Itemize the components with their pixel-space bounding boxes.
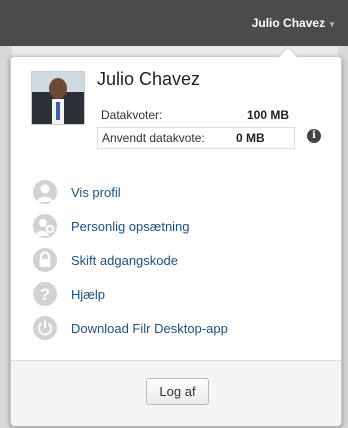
menu-item-change-password[interactable]: Skift adgangskode [33,243,228,277]
used-quota-row: Anvendt datakvote: 0 MB [97,127,295,149]
menu-item-label[interactable]: Vis profil [71,185,121,200]
help-icon: ? [33,282,57,306]
user-settings-icon [33,214,57,238]
popup-footer: Log af [11,360,341,426]
menu-item-view-profile[interactable]: Vis profil [33,175,228,209]
user-menu: Vis profil Personlig opsætning Skift adg… [33,175,228,345]
user-name: Julio Chavez [97,69,201,89]
info-icon[interactable]: i [307,129,321,143]
chevron-down-icon[interactable]: ▼ [328,20,336,29]
quota-value: 100 MB [246,108,289,122]
menu-item-label[interactable]: Personlig opsætning [71,219,190,234]
menu-item-personal-settings[interactable]: Personlig opsætning [33,209,228,243]
power-icon [33,316,57,340]
menu-item-help[interactable]: ? Hjælp [33,277,228,311]
user-menu-trigger[interactable]: Julio Chavez ▼ [252,16,336,30]
menu-item-label[interactable]: Hjælp [71,287,105,302]
used-quota-value: 0 MB [236,131,265,145]
user-dropdown-panel: Julio Chavez Datakvoter: 100 MB Anvendt … [10,48,342,426]
top-bar: Julio Chavez ▼ [0,0,348,46]
menu-item-label[interactable]: Download Filr Desktop-app [71,321,228,336]
menu-item-label[interactable]: Skift adgangskode [71,253,178,268]
quota-row: Datakvoter: 100 MB [97,105,295,125]
logout-button[interactable]: Log af [146,378,209,405]
header-user-name[interactable]: Julio Chavez [252,16,325,30]
menu-item-download-desktop-app[interactable]: Download Filr Desktop-app [33,311,228,345]
popup-arrow [279,48,297,57]
avatar [31,71,85,125]
user-icon [33,180,57,204]
quota-label: Datakvoter: [101,108,163,122]
used-quota-label: Anvendt datakvote: [102,131,205,145]
svg-text:?: ? [40,285,50,304]
avatar-head [49,78,67,99]
avatar-tie [56,102,60,120]
lock-icon [33,248,57,272]
